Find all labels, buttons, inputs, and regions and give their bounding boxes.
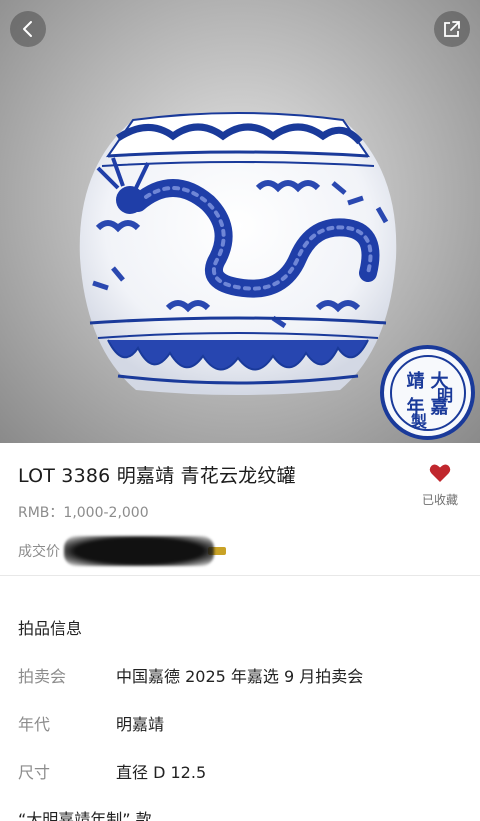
jar-image	[79, 112, 397, 395]
info-value: 中国嘉德 2025 年嘉选 9 月拍卖会	[116, 667, 364, 686]
info-value: 直径 D 12.5	[116, 763, 207, 782]
hammer-price-label: 成交价	[18, 544, 60, 560]
heart-icon	[429, 464, 451, 482]
back-button[interactable]	[10, 11, 46, 47]
hammer-price: 成交价	[18, 536, 462, 566]
estimate-price: RMB：1,000-2,000	[18, 505, 149, 521]
info-label: 尺寸	[18, 763, 51, 782]
info-row-period: 年代 明嘉靖	[18, 711, 462, 735]
info-row-size: 尺寸 直径 D 12.5	[18, 759, 462, 783]
seal-char: 明	[437, 386, 454, 405]
seal-char: 靖	[406, 370, 425, 392]
share-button[interactable]	[434, 11, 470, 47]
mark-note: “大明嘉靖年制” 款	[18, 810, 152, 821]
info-label: 年代	[18, 715, 51, 734]
info-row-auction: 拍卖会 中国嘉德 2025 年嘉选 9 月拍卖会	[18, 663, 462, 687]
lot-image[interactable]: 大 靖 嘉 年 明 製	[0, 0, 480, 443]
reign-mark-seal: 大 靖 嘉 年	[380, 345, 475, 440]
info-label: 拍卖会	[18, 667, 67, 686]
chevron-left-icon	[23, 21, 32, 37]
lot-info: 拍品信息 拍卖会 中国嘉德 2025 年嘉选 9 月拍卖会 年代 明嘉靖 尺寸 …	[18, 576, 462, 821]
info-value: 明嘉靖	[116, 715, 165, 734]
favorite-button[interactable]: 已收藏	[418, 463, 462, 508]
favorite-label: 已收藏	[421, 493, 458, 507]
share-icon	[444, 21, 460, 37]
seal-char: 製	[411, 412, 428, 431]
lot-summary: LOT 3386 明嘉靖 青花云龙纹罐 RMB：1,000-2,000 成交价 …	[0, 443, 480, 576]
redacted-price	[64, 536, 214, 566]
info-heading: 拍品信息	[18, 619, 83, 638]
lot-title: LOT 3386 明嘉靖 青花云龙纹罐	[18, 465, 296, 487]
